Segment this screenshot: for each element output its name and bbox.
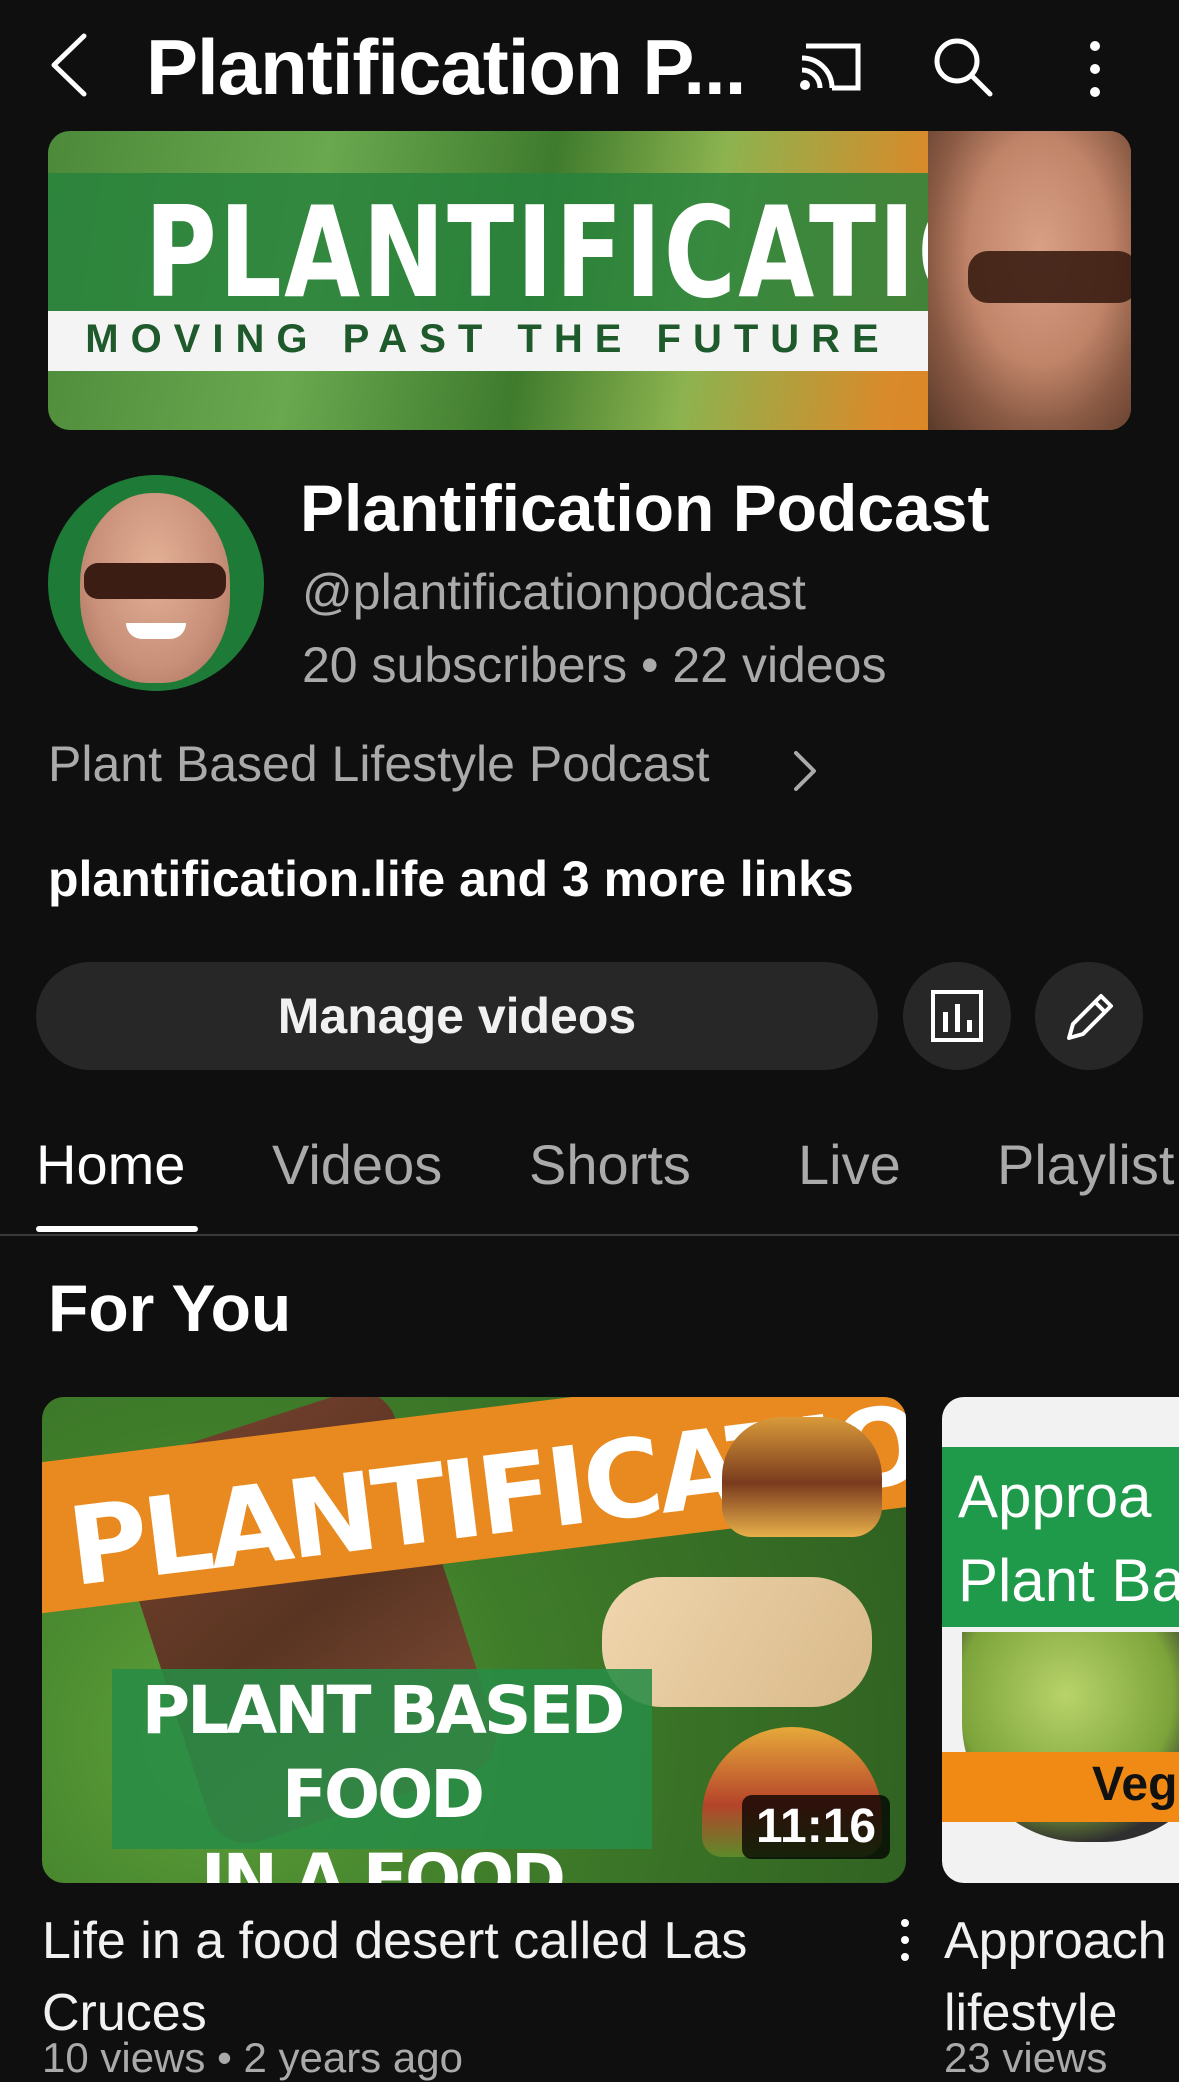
video-title[interactable]: Approach lifestyle <box>944 1905 1179 2049</box>
video-more-button[interactable] <box>890 1915 920 1965</box>
video-duration-badge: 11:16 <box>742 1795 891 1859</box>
video-title-line-1: Approach <box>944 1912 1167 1970</box>
pencil-icon <box>1067 994 1113 1040</box>
banner-title: PLANTIFICATION <box>144 179 1088 326</box>
manage-videos-button[interactable]: Manage videos <box>36 962 878 1070</box>
banner-tagline: MOVING PAST THE FUTURE <box>85 317 891 361</box>
more-options-button[interactable] <box>1080 36 1110 102</box>
thumbnail-subtitle-line-1: PLANT BASED FOOD <box>141 1672 626 1833</box>
tab-playlists[interactable]: Playlist <box>997 1132 1174 1197</box>
thumbnail-title-line-2: Plant Ba <box>958 1547 1179 1614</box>
analytics-icon <box>931 990 983 1042</box>
tab-shorts[interactable]: Shorts <box>529 1132 691 1197</box>
chevron-right-icon <box>790 749 820 793</box>
active-tab-indicator <box>36 1226 198 1232</box>
tab-live[interactable]: Live <box>798 1132 901 1197</box>
channel-stats: 20 subscribers • 22 videos <box>302 637 887 693</box>
video-meta: 10 views • 2 years ago <box>42 2034 463 2081</box>
banner-sunglasses <box>968 251 1131 303</box>
video-title[interactable]: Life in a food desert called Las Cruces <box>42 1905 842 2049</box>
back-button[interactable] <box>46 30 94 100</box>
avatar-smile <box>126 623 186 639</box>
tabs-divider <box>0 1234 1179 1236</box>
top-app-bar: Plantification P... <box>0 0 1179 130</box>
avatar[interactable] <box>48 475 264 691</box>
thumbnail-subtitle: PLANT BASED FOOD IN A FOOD DESERT <box>112 1669 652 1883</box>
thumbnail-badge-text: Veg <box>1092 1758 1178 1811</box>
avatar-sunglasses <box>84 563 226 599</box>
analytics-button[interactable] <box>903 962 1011 1070</box>
channel-description-link[interactable]: Plant Based Lifestyle Podcast <box>48 735 848 805</box>
more-vertical-icon <box>1090 41 1100 97</box>
video-thumbnail[interactable]: Approa Plant Ba Veg <box>942 1397 1179 1883</box>
channel-category: Plant Based Lifestyle Podcast <box>48 736 710 792</box>
thumbnail-burger-image <box>722 1417 882 1537</box>
channel-tabs: Home Videos Shorts Live Playlist <box>0 1110 1179 1236</box>
cast-button[interactable] <box>798 38 864 94</box>
more-vertical-icon <box>901 1919 909 1961</box>
tab-home[interactable]: Home <box>36 1132 185 1197</box>
edit-channel-button[interactable] <box>1035 962 1143 1070</box>
thumbnail-title-line-1: Approa <box>958 1463 1152 1530</box>
search-icon <box>934 38 993 97</box>
tab-videos[interactable]: Videos <box>272 1132 442 1197</box>
video-thumbnail[interactable]: PLANTIFICATION PLANT BASED FOOD IN A FOO… <box>42 1397 906 1883</box>
channel-name: Plantification Podcast <box>300 471 990 545</box>
video-meta: 23 views <box>944 2034 1108 2081</box>
page-title: Plantification P... <box>146 23 746 111</box>
cast-icon <box>800 43 861 91</box>
channel-handle: @plantificationpodcast <box>302 564 806 620</box>
channel-links[interactable]: plantification.life and 3 more links <box>48 850 854 908</box>
thumbnail-title-text: Approa Plant Ba <box>958 1455 1179 1623</box>
channel-banner: PLANTIFICATION MOVING PAST THE FUTURE <box>48 131 1131 430</box>
search-button[interactable] <box>930 34 996 100</box>
section-title: For You <box>48 1271 292 1345</box>
chevron-left-icon <box>51 33 87 97</box>
thumbnail-subtitle-line-2: IN A FOOD DESERT <box>201 1840 566 1883</box>
